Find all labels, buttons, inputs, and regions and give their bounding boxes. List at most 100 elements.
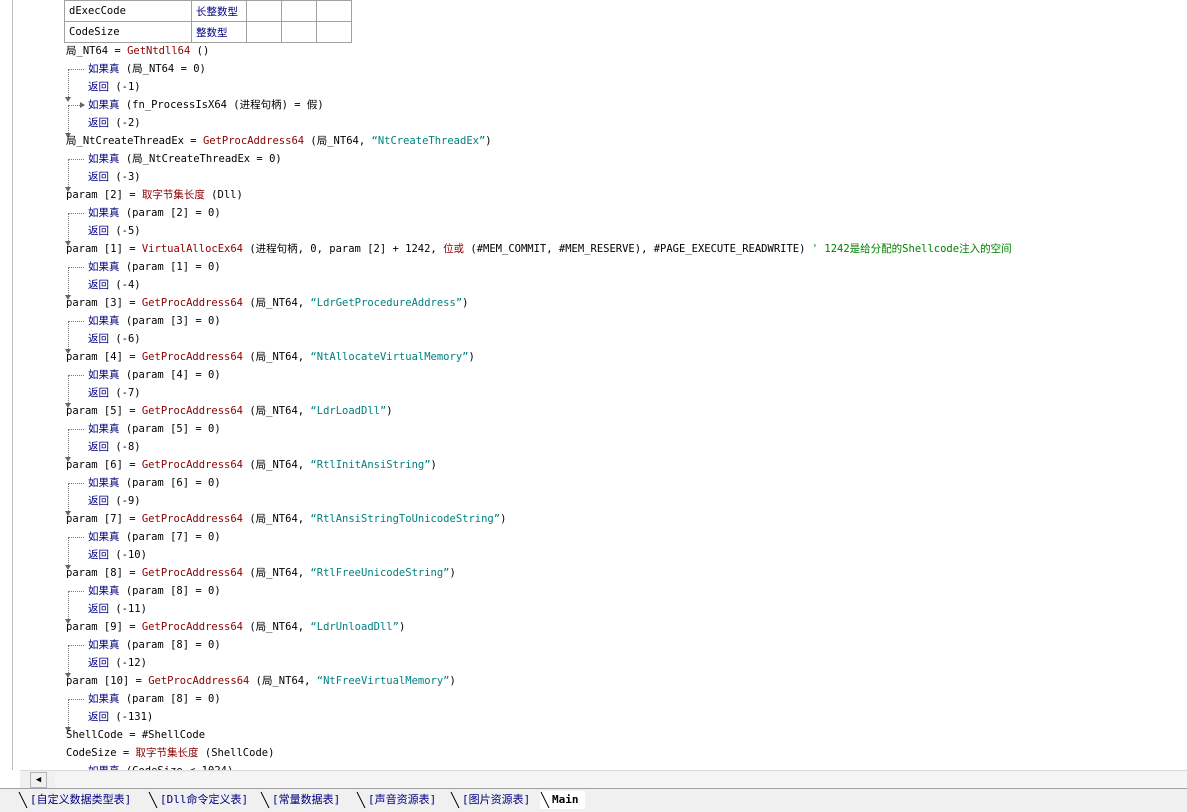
code-line[interactable]: 如果真 (param [3] = 0) (88, 312, 221, 330)
keyword-token: 返回 (88, 117, 109, 129)
code-line[interactable]: 返回 (-10) (88, 546, 147, 564)
tab-slant-icon (148, 791, 158, 809)
table-row[interactable]: dExecCode 长整数型 (64, 0, 352, 22)
code-line[interactable]: 局_NtCreateThreadEx = GetProcAddress64 (局… (66, 132, 492, 150)
tab-label: [图片资源表] (462, 793, 531, 806)
code-line[interactable]: 返回 (-11) (88, 600, 147, 618)
tab-sheet[interactable]: [自定义数据类型表] (18, 791, 138, 809)
code-line[interactable]: 返回 (-4) (88, 276, 141, 294)
fold-guide (68, 645, 84, 646)
code-line[interactable]: param [5] = GetProcAddress64 (局_NT64, “L… (66, 402, 393, 420)
empty-cell[interactable] (281, 21, 317, 43)
fold-guide (68, 537, 84, 538)
code-line[interactable]: ShellCode = #ShellCode (66, 726, 205, 744)
code-line[interactable]: 如果真 (param [2] = 0) (88, 204, 221, 222)
code-line[interactable]: 如果真 (param [7] = 0) (88, 528, 221, 546)
fold-guide (68, 321, 84, 322)
code-token: (局_NT64, (243, 567, 311, 579)
empty-cell[interactable] (316, 0, 352, 22)
code-line[interactable]: param [1] = VirtualAllocEx64 (进程句柄, 0, p… (66, 240, 1012, 258)
code-line[interactable]: 如果真 (param [8] = 0) (88, 636, 221, 654)
code-line[interactable]: 返回 (-131) (88, 708, 153, 726)
code-token: param [3] = (66, 297, 142, 309)
code-line[interactable]: param [3] = GetProcAddress64 (局_NT64, “L… (66, 294, 468, 312)
var-type-cell[interactable]: 整数型 (191, 21, 247, 43)
var-type-cell[interactable]: 长整数型 (191, 0, 247, 22)
code-editor[interactable]: dExecCode 长整数型 CodeSize 整数型 局_NT64 = Get… (0, 0, 1187, 770)
empty-cell[interactable] (246, 21, 282, 43)
keyword-token: 如果真 (88, 315, 120, 327)
code-line[interactable]: 返回 (-3) (88, 168, 141, 186)
tab-slant-icon (356, 791, 366, 809)
code-line[interactable]: 返回 (-7) (88, 384, 141, 402)
function-token: GetProcAddress64 (141, 297, 244, 309)
code-token: (param [1] = 0) (119, 261, 221, 273)
code-line[interactable]: 局_NT64 = GetNtdll64 () (66, 42, 209, 60)
empty-cell[interactable] (316, 21, 352, 43)
fold-guide (68, 69, 69, 99)
code-line[interactable]: 返回 (-2) (88, 114, 141, 132)
tab-sheet[interactable]: [图片资源表] (450, 791, 537, 809)
code-line[interactable]: 如果真 (param [6] = 0) (88, 474, 221, 492)
code-line[interactable]: 如果真 (param [5] = 0) (88, 420, 221, 438)
code-line[interactable]: 如果真 (param [4] = 0) (88, 366, 221, 384)
table-row[interactable]: CodeSize 整数型 (64, 21, 352, 43)
horizontal-scrollbar[interactable]: ◀ (20, 770, 1187, 789)
code-token: param [10] = (66, 675, 149, 687)
code-line[interactable]: param [9] = GetProcAddress64 (局_NT64, “L… (66, 618, 405, 636)
function-token: GetProcAddress64 (141, 405, 244, 417)
code-line[interactable]: param [6] = GetProcAddress64 (局_NT64, “R… (66, 456, 437, 474)
tab-sheet[interactable]: [声音资源表] (356, 791, 443, 809)
code-token: (-1) (109, 81, 141, 93)
scroll-track[interactable] (55, 772, 1187, 788)
code-token: (局_NT64, (243, 621, 311, 633)
function-token: 取字节集长度 (135, 747, 199, 759)
code-line[interactable]: 返回 (-12) (88, 654, 147, 672)
fold-guide (68, 699, 84, 700)
fold-guide (68, 591, 84, 592)
tab-sheet[interactable]: [Dll命令定义表] (148, 791, 255, 809)
string-token: “NtCreateThreadEx” (371, 135, 486, 147)
code-line[interactable]: param [10] = GetProcAddress64 (局_NT64, “… (66, 672, 456, 690)
code-token: (-4) (109, 279, 141, 291)
keyword-token: 返回 (88, 81, 109, 93)
code-line[interactable]: param [2] = 取字节集长度 (Dll) (66, 186, 243, 204)
code-line[interactable]: 如果真 (param [1] = 0) (88, 258, 221, 276)
code-token: ) (449, 675, 456, 687)
fold-guide (68, 483, 84, 484)
tab-sheet[interactable]: [常量数据表] (260, 791, 347, 809)
code-line[interactable]: param [4] = GetProcAddress64 (局_NT64, “N… (66, 348, 475, 366)
var-name-cell[interactable]: dExecCode (64, 0, 192, 22)
code-token: (局_NT64, (249, 675, 317, 687)
fold-guide (68, 69, 84, 70)
empty-cell[interactable] (246, 0, 282, 22)
tab-main[interactable]: Main (540, 791, 585, 809)
code-line[interactable]: 如果真 (局_NT64 = 0) (88, 60, 206, 78)
keyword-token: 返回 (88, 171, 109, 183)
code-line[interactable]: 如果真 (CodeSize < 1024) (88, 762, 233, 770)
keyword-token: 如果真 (88, 261, 120, 273)
fold-guide (68, 375, 69, 405)
code-line[interactable]: 如果真 (局_NtCreateThreadEx = 0) (88, 150, 282, 168)
code-line[interactable]: 返回 (-5) (88, 222, 141, 240)
code-token: ShellCode = #ShellCode (66, 729, 206, 741)
code-line[interactable]: 如果真 (param [8] = 0) (88, 582, 221, 600)
empty-cell[interactable] (281, 0, 317, 22)
code-line[interactable]: 返回 (-1) (88, 78, 141, 96)
code-line[interactable]: 返回 (-6) (88, 330, 141, 348)
code-line[interactable]: 返回 (-9) (88, 492, 141, 510)
code-line[interactable]: param [8] = GetProcAddress64 (局_NT64, “R… (66, 564, 456, 582)
tab-label: [声音资源表] (368, 793, 437, 806)
code-line[interactable]: 如果真 (fn_ProcessIsX64 (进程句柄) = 假) (88, 96, 324, 114)
code-line[interactable]: param [7] = GetProcAddress64 (局_NT64, “R… (66, 510, 506, 528)
function-token: GetProcAddress64 (148, 675, 250, 687)
code-line[interactable]: CodeSize = 取字节集长度 (ShellCode) (66, 744, 274, 762)
scroll-left-button[interactable]: ◀ (30, 772, 47, 788)
code-line[interactable]: 如果真 (param [8] = 0) (88, 690, 221, 708)
string-token: “NtFreeVirtualMemory” (316, 675, 450, 687)
code-line[interactable]: 返回 (-8) (88, 438, 141, 456)
code-token: (-10) (109, 549, 147, 561)
keyword-token: 返回 (88, 495, 109, 507)
var-name-cell[interactable]: CodeSize (64, 21, 192, 43)
keyword-token: 返回 (88, 549, 109, 561)
